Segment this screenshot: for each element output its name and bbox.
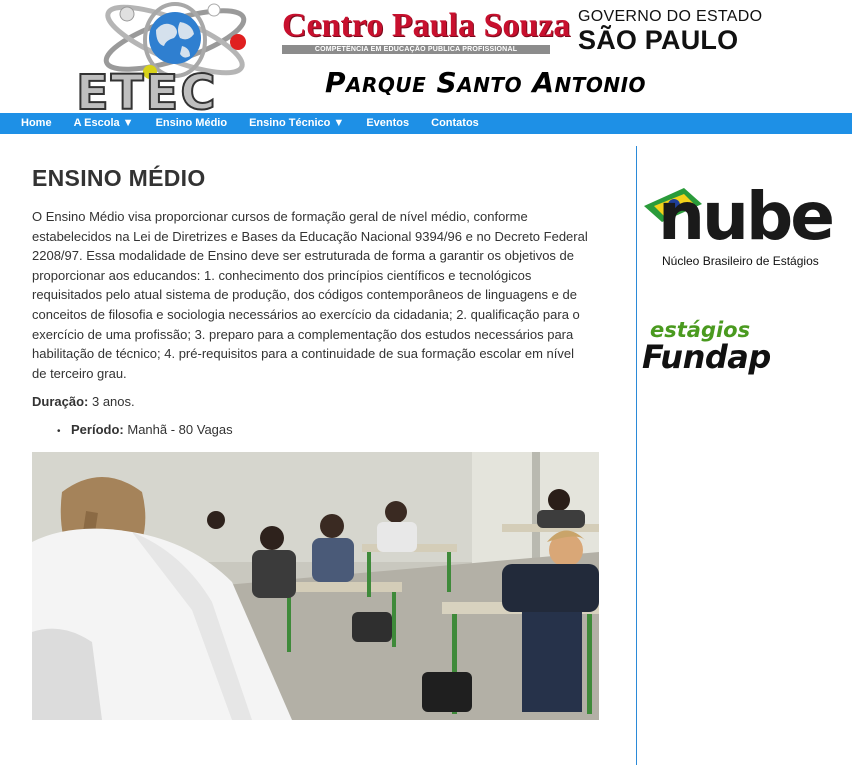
nav-home[interactable]: Home: [10, 113, 63, 134]
svg-text:ETEC: ETEC: [76, 65, 218, 112]
periodo-bullet: •: [57, 426, 61, 438]
classroom-photo: [32, 452, 599, 720]
campus-name: Parque Santo Antonio: [325, 66, 647, 99]
page-title: ENSINO MÉDIO: [32, 165, 206, 191]
nav-a-escola[interactable]: A Escola ▼: [63, 113, 145, 134]
periodo-list: • Período: Manhã - 80 Vagas: [32, 420, 600, 441]
main-content: ENSINO MÉDIO O Ensino Médio visa proporc…: [32, 165, 600, 441]
duration-line: Duração: 3 anos.: [32, 392, 600, 411]
periodo-label: Período:: [71, 422, 124, 438]
nav-contatos[interactable]: Contatos: [420, 113, 490, 134]
cps-title-word-2: Paula: [391, 7, 475, 44]
duration-value: 3 anos.: [91, 394, 135, 410]
etec-atom-icon: ETEC: [75, 2, 247, 122]
duration-label: Duração:: [32, 394, 89, 410]
intro-paragraph: O Ensino Médio visa proporcionar cursos …: [32, 209, 588, 381]
etec-logo[interactable]: ETEC: [70, 2, 285, 122]
nav-eventos[interactable]: Eventos: [355, 113, 420, 134]
fundap-bottom-text: Fundap: [642, 338, 771, 376]
periodo-value: Manhã - 80 Vagas: [127, 422, 233, 438]
nav-ensino-tecnico[interactable]: Ensino Técnico ▼: [238, 113, 355, 134]
nube-subtitle: Núcleo Brasileiro de Estágios: [662, 254, 819, 268]
cps-title-word-1: Centro: [282, 7, 384, 44]
classroom-illustration: [32, 452, 599, 720]
cps-title-word-3: Souza: [483, 7, 571, 44]
site-header: ETEC Centro Paula Souza COMPETÊNCIA EM E…: [0, 0, 852, 122]
nav-ensino-medio[interactable]: Ensino Médio: [145, 113, 239, 134]
main-nav: Home A Escola ▼ Ensino Médio Ensino Técn…: [0, 113, 852, 134]
sidebar-divider: [636, 146, 637, 765]
governo-sp-logo[interactable]: GOVERNO DO ESTADO SÃO PAULO: [578, 8, 778, 54]
cps-subtitle: COMPETÊNCIA EM EDUCAÇÃO PÚBLICA PROFISSI…: [282, 45, 550, 54]
gov-bottom-text: SÃO PAULO: [578, 25, 739, 55]
centro-paula-souza-logo[interactable]: Centro Paula Souza COMPETÊNCIA EM EDUCAÇ…: [282, 7, 570, 56]
nube-word: nube: [658, 178, 835, 255]
gov-top-text: GOVERNO DO ESTADO: [578, 8, 763, 25]
nube-logo[interactable]: nube Núcleo Brasileiro de Estágios: [640, 182, 840, 272]
cps-title: Centro Paula Souza: [282, 7, 570, 44]
fundap-logo[interactable]: estágios Fundap: [640, 318, 840, 382]
